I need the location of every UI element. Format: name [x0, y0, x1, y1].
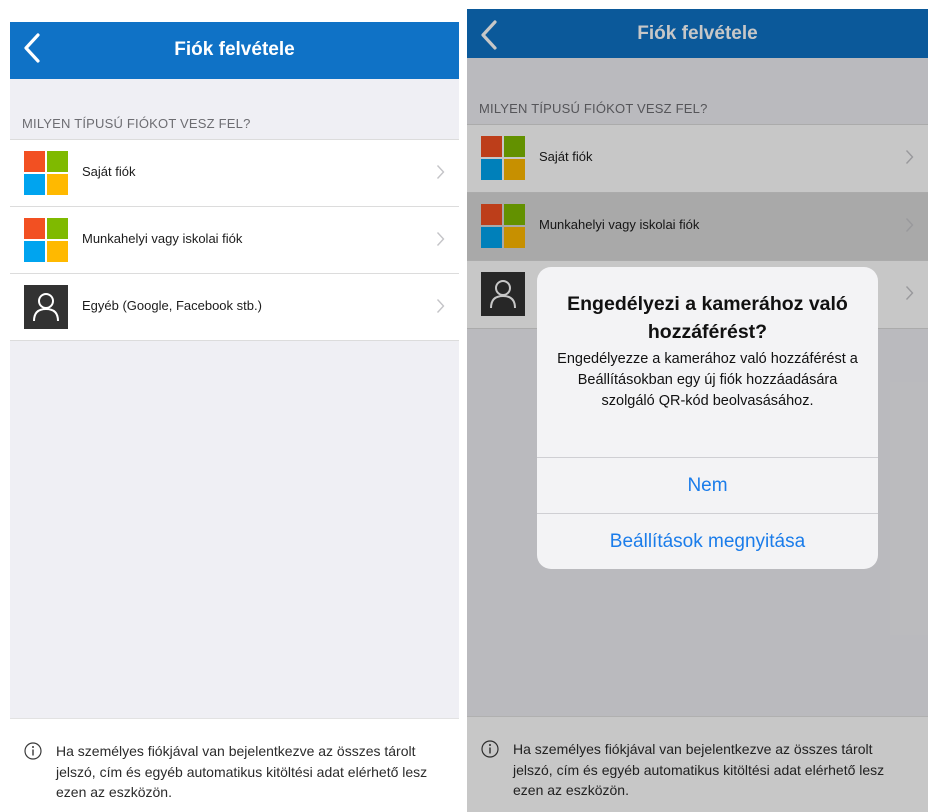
deny-button[interactable]: Nem [537, 457, 878, 514]
page-title: Fiók felvétele [174, 39, 295, 60]
navigation-bar: Fiók felvétele [10, 22, 459, 79]
right-screen: Fiók felvétele MILYEN TÍPUSÚ FIÓKOT VESZ… [467, 9, 928, 812]
list-item-label: Munkahelyi vagy iskolai fiók [82, 231, 243, 246]
camera-permission-alert: Engedélyezi a kamerához való hozzáférést… [537, 267, 878, 569]
alert-message: Engedélyezze a kamerához való hozzáférés… [557, 351, 858, 409]
list-item-label: Egyéb (Google, Facebook stb.) [82, 298, 262, 313]
list-item-label: Saját fiók [82, 164, 136, 179]
open-settings-button[interactable]: Beállítások megnyitása [537, 513, 878, 569]
alert-title: Engedélyezi a kamerához való hozzáférést… [567, 293, 848, 343]
chevron-right-icon [436, 164, 445, 180]
list-item-personal-account[interactable]: Saját fiók [10, 140, 459, 207]
list-item-work-school-account[interactable]: Munkahelyi vagy iskolai fiók [10, 207, 459, 274]
info-icon [24, 742, 42, 760]
chevron-right-icon [436, 298, 445, 314]
microsoft-logo-icon [24, 218, 68, 262]
left-screen: Fiók felvétele MILYEN TÍPUSÚ FIÓKOT VESZ… [10, 22, 459, 812]
person-icon [24, 285, 68, 329]
section-header: MILYEN TÍPUSÚ FIÓKOT VESZ FEL? [22, 116, 251, 131]
chevron-right-icon [436, 231, 445, 247]
microsoft-logo-icon [24, 151, 68, 195]
list-item-other-account[interactable]: Egyéb (Google, Facebook stb.) [10, 274, 459, 341]
info-footer: Ha személyes fiókjával van bejelentkezve… [10, 718, 459, 812]
footer-text: Ha személyes fiókjával van bejelentkezve… [56, 743, 428, 800]
account-type-list: Saját fiók Munkahelyi vagy iskolai fiók … [10, 139, 459, 341]
